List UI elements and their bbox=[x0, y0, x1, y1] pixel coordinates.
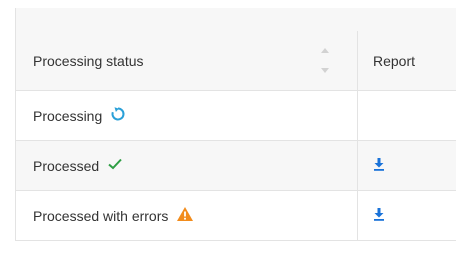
status-cell: Processed bbox=[16, 141, 358, 190]
column-header-processing-status[interactable]: Processing status bbox=[16, 31, 358, 90]
download-icon[interactable] bbox=[373, 157, 385, 174]
header-spacer-cell bbox=[358, 8, 456, 31]
status-text: Processed bbox=[33, 157, 100, 174]
report-cell bbox=[358, 91, 456, 140]
report-cell bbox=[358, 141, 456, 190]
column-header-label: Report bbox=[373, 52, 416, 69]
status-cell: Processing bbox=[16, 91, 358, 140]
table-header: Processing status Report bbox=[16, 31, 456, 91]
table-header-spacer bbox=[16, 8, 456, 31]
status-text: Processed with errors bbox=[33, 207, 169, 224]
sort-arrows-icon[interactable] bbox=[319, 45, 331, 75]
header-spacer-cell bbox=[16, 8, 358, 31]
column-header-label: Processing status bbox=[33, 52, 144, 69]
status-cell: Processed with errors bbox=[16, 191, 358, 240]
report-cell bbox=[358, 191, 456, 240]
table-row: Processing bbox=[16, 91, 456, 141]
top-band bbox=[0, 0, 469, 8]
warning-icon bbox=[176, 206, 194, 225]
column-header-report: Report bbox=[358, 31, 456, 90]
status-text: Processing bbox=[33, 107, 103, 124]
table-row: Processed bbox=[16, 141, 456, 191]
table-row: Processed with errors bbox=[16, 191, 456, 241]
download-icon[interactable] bbox=[373, 207, 385, 224]
status-table: Processing status Report Processing Proc… bbox=[15, 8, 456, 241]
refresh-icon bbox=[110, 106, 126, 125]
checkmark-icon bbox=[107, 157, 123, 174]
